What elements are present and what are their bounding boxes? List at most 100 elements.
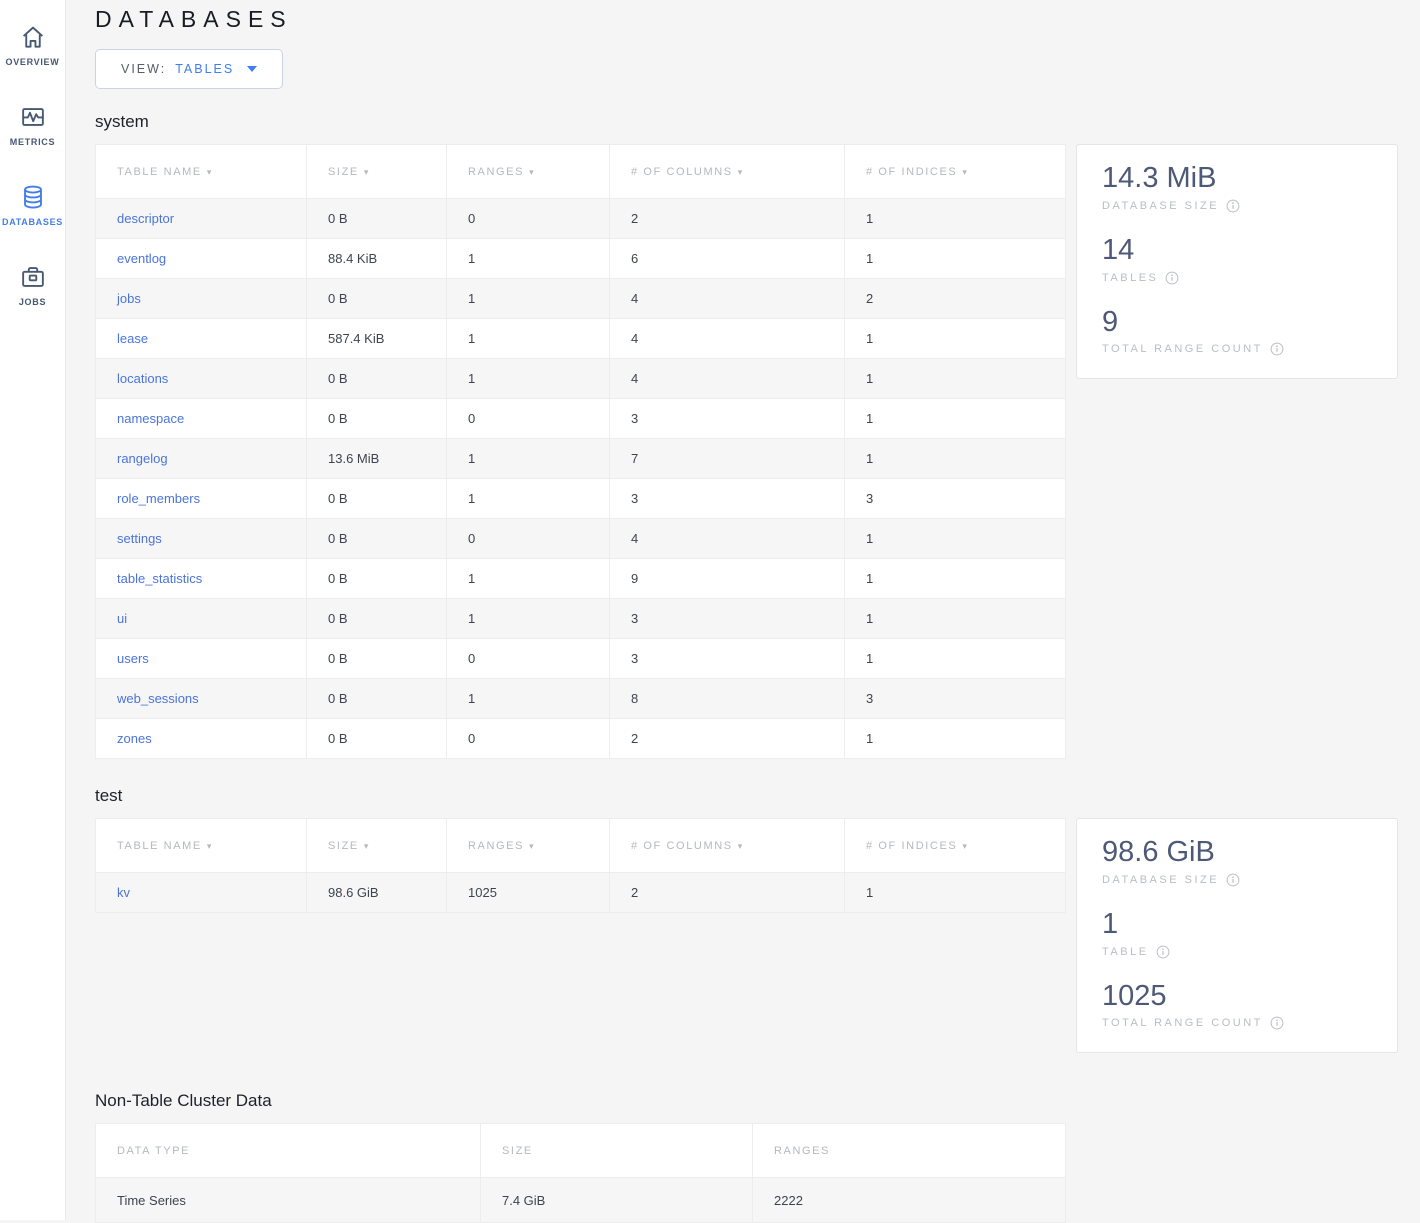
table-cell: 1: [447, 239, 610, 279]
table-header-row: TABLE NAME▾SIZE▾RANGES▾# OF COLUMNS▾# OF…: [96, 819, 1066, 873]
column-header-label: # OF COLUMNS: [631, 166, 733, 178]
stat-database-size: 14.3 MiB DATABASE SIZE: [1102, 161, 1372, 213]
column-header-label: TABLE NAME: [117, 166, 202, 178]
table-row: kv98.6 GiB102521: [96, 873, 1066, 913]
table-name-link[interactable]: web_sessions: [117, 691, 199, 706]
column-header-size[interactable]: SIZE ▾: [307, 145, 447, 199]
metrics-chart-icon: [18, 102, 48, 132]
table-cell: 1: [845, 399, 1066, 439]
sidebar-item-databases[interactable]: DATABASES: [0, 164, 65, 244]
sidebar-item-overview[interactable]: OVERVIEW: [0, 4, 65, 84]
sidebar-item-label: METRICS: [10, 137, 55, 147]
table-row: eventlog88.4 KiB161: [96, 239, 1066, 279]
info-icon[interactable]: [1270, 342, 1284, 356]
table-row: settings0 B041: [96, 519, 1066, 559]
table-cell: 3: [610, 639, 845, 679]
column-header-table-name[interactable]: TABLE NAME▾: [96, 819, 307, 873]
sort-arrow-icon: ▾: [529, 167, 535, 177]
view-dropdown-value: TABLES: [175, 62, 234, 76]
stat-value: 1: [1102, 907, 1372, 942]
stat-label: TOTAL RANGE COUNT: [1102, 342, 1372, 356]
table-cell: 0: [447, 199, 610, 239]
page-title: DATABASES: [95, 6, 1400, 33]
table-name-link[interactable]: zones: [117, 731, 152, 746]
sidebar-item-jobs[interactable]: JOBS: [0, 244, 65, 324]
table-name-link[interactable]: namespace: [117, 411, 184, 426]
column-header-label: SIZE: [328, 166, 359, 178]
column-header-of-columns[interactable]: # OF COLUMNS▾: [610, 145, 845, 199]
table-cell: ui: [96, 599, 307, 639]
table-name-link[interactable]: users: [117, 651, 149, 666]
table-name-link[interactable]: kv: [117, 885, 130, 900]
column-header-label: SIZE: [328, 840, 359, 852]
table-cell: namespace: [96, 399, 307, 439]
table-row: users0 B031: [96, 639, 1066, 679]
info-icon[interactable]: [1226, 199, 1240, 213]
table-name-link[interactable]: settings: [117, 531, 162, 546]
table-name-link[interactable]: lease: [117, 331, 148, 346]
column-header-of-columns[interactable]: # OF COLUMNS ▾: [610, 819, 845, 873]
table-cell: 13.6 MiB: [307, 439, 447, 479]
table-cell: 1: [845, 199, 1066, 239]
table-cell: 1: [845, 719, 1066, 759]
table-cell: 2222: [753, 1178, 1066, 1223]
table-cell: 2: [845, 279, 1066, 319]
table-row: role_members0 B133: [96, 479, 1066, 519]
table-cell: 1: [845, 873, 1066, 913]
table-cell: lease: [96, 319, 307, 359]
table-name-link[interactable]: rangelog: [117, 451, 168, 466]
stat-table-count: 14 TABLES: [1102, 233, 1372, 285]
table-cell: 0: [447, 639, 610, 679]
table-name-link[interactable]: jobs: [117, 291, 141, 306]
sidebar-item-metrics[interactable]: METRICS: [0, 84, 65, 164]
test-tables-table: TABLE NAME▾SIZE▾RANGES▾# OF COLUMNS▾# OF…: [95, 818, 1066, 913]
database-section-test: TABLE NAME▾SIZE▾RANGES▾# OF COLUMNS▾# OF…: [95, 818, 1400, 1053]
table-cell: 0: [447, 399, 610, 439]
table-row: web_sessions0 B183: [96, 679, 1066, 719]
table-cell: 9: [610, 559, 845, 599]
table-row: descriptor0 B021: [96, 199, 1066, 239]
stat-value: 14: [1102, 233, 1372, 268]
info-icon[interactable]: [1270, 1016, 1284, 1030]
table-cell: 98.6 GiB: [307, 873, 447, 913]
table-cell: 4: [610, 519, 845, 559]
column-header-ranges: RANGES: [753, 1124, 1066, 1178]
table-cell: 3: [845, 679, 1066, 719]
column-header-of-indices[interactable]: # OF INDICES▾: [845, 145, 1066, 199]
sort-arrow-icon: ▾: [738, 841, 744, 851]
view-dropdown-button[interactable]: VIEW: TABLES: [95, 49, 283, 89]
table-cell: 1: [845, 559, 1066, 599]
column-header-table-name[interactable]: TABLE NAME▾: [96, 145, 307, 199]
info-icon[interactable]: [1226, 873, 1240, 887]
table-cell: settings: [96, 519, 307, 559]
column-header-size[interactable]: SIZE▾: [307, 819, 447, 873]
sidebar: OVERVIEW METRICS DATABASES JOBS: [0, 0, 66, 1220]
sort-arrow-icon: ▾: [962, 841, 968, 851]
stat-label: TABLES: [1102, 271, 1372, 285]
sort-arrow-icon: ▾: [364, 167, 370, 177]
column-header-ranges[interactable]: RANGES▾: [447, 819, 610, 873]
column-header-label: # OF COLUMNS: [631, 840, 733, 852]
stat-value: 14.3 MiB: [1102, 161, 1372, 196]
table-name-link[interactable]: eventlog: [117, 251, 166, 266]
table-cell: 0: [447, 519, 610, 559]
table-cell: 4: [610, 359, 845, 399]
table-name-link[interactable]: role_members: [117, 491, 200, 506]
stat-range-count: 9 TOTAL RANGE COUNT: [1102, 305, 1372, 357]
stat-value: 98.6 GiB: [1102, 835, 1372, 870]
info-icon[interactable]: [1165, 271, 1179, 285]
table-name-link[interactable]: locations: [117, 371, 168, 386]
database-summary-card: 14.3 MiB DATABASE SIZE 14 TABLES 9 TOTAL…: [1076, 144, 1398, 379]
table-row: ui0 B131: [96, 599, 1066, 639]
table-name-link[interactable]: table_statistics: [117, 571, 202, 586]
column-header-label: SIZE: [502, 1145, 533, 1157]
table-name-link[interactable]: descriptor: [117, 211, 174, 226]
stat-database-size: 98.6 GiB DATABASE SIZE: [1102, 835, 1372, 887]
table-name-link[interactable]: ui: [117, 611, 127, 626]
info-icon[interactable]: [1156, 945, 1170, 959]
column-header-of-indices[interactable]: # OF INDICES▾: [845, 819, 1066, 873]
column-header-ranges[interactable]: RANGES▾: [447, 145, 610, 199]
table-cell: 0 B: [307, 479, 447, 519]
table-cell: eventlog: [96, 239, 307, 279]
database-summary-card: 98.6 GiB DATABASE SIZE 1 TABLE 1025 TOTA…: [1076, 818, 1398, 1053]
